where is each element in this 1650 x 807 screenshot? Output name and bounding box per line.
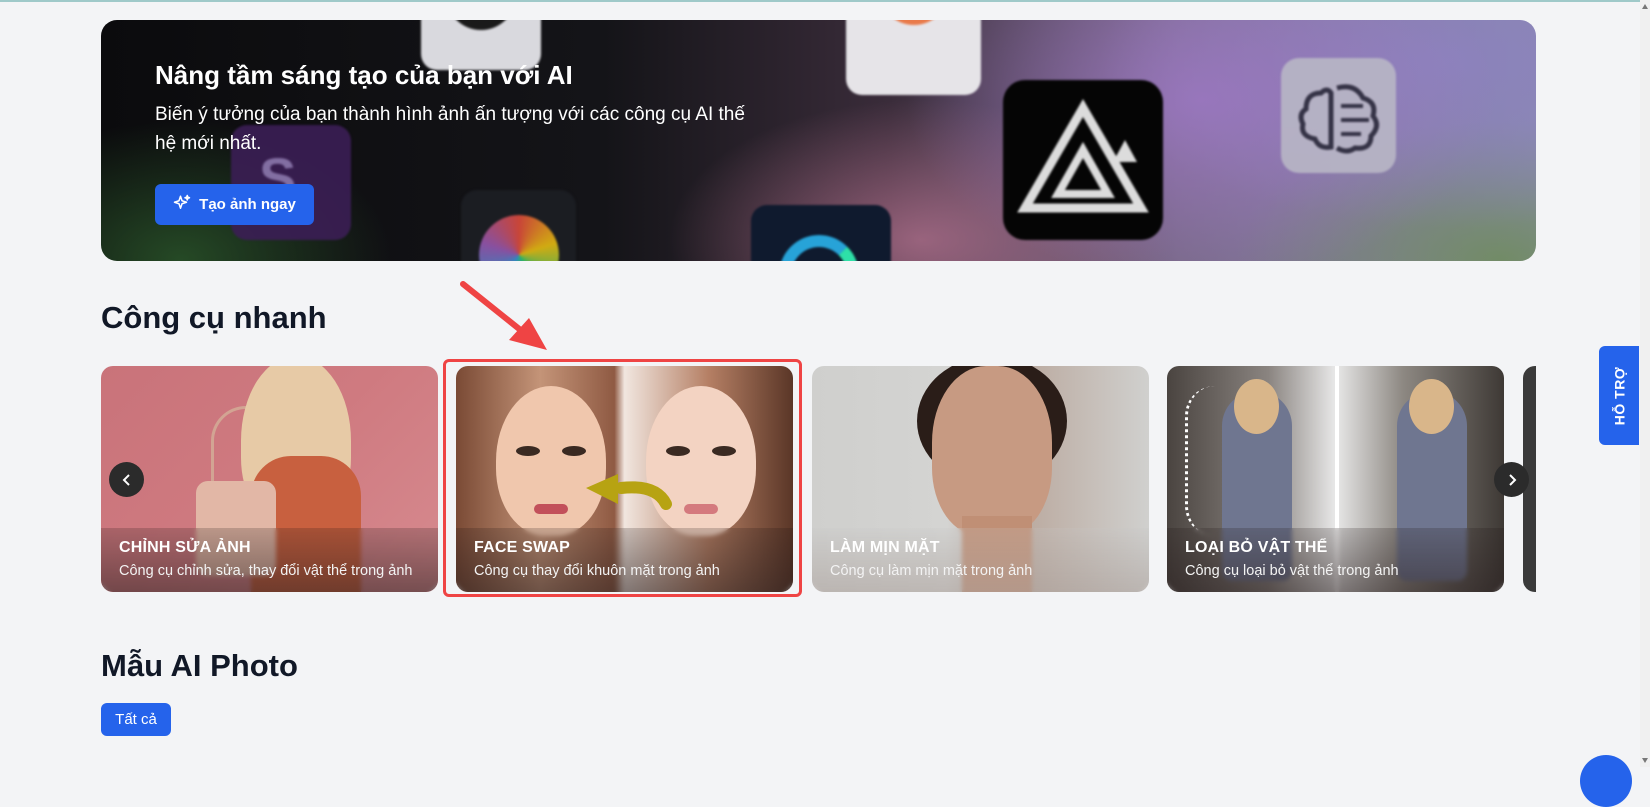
app-tile-icon: [751, 205, 891, 261]
tool-card-title: FACE SWAP: [474, 539, 571, 556]
support-tab[interactable]: HỖ TRỢ: [1599, 346, 1639, 445]
tool-card-skin-smoothing[interactable]: LÀM MỊN MẶT Công cụ làm mịn mặt trong ản…: [812, 366, 1149, 592]
tool-card-title: LOẠI BỎ VẬT THỂ: [1185, 539, 1328, 556]
scrollbar[interactable]: [1640, 0, 1650, 767]
page: S Nâng tầm sáng tạo của bạn với AI Biến …: [0, 0, 1650, 807]
swap-arrow-icon: [586, 474, 672, 510]
create-image-button-label: Tạo ảnh ngay: [199, 196, 296, 213]
tool-card-title: LÀM MỊN MẶT: [830, 539, 940, 556]
chevron-right-icon: [1508, 473, 1516, 486]
hero-subtitle: Biến ý tưởng của bạn thành hình ảnh ấn t…: [155, 104, 745, 154]
support-tab-label: HỖ TRỢ: [1611, 366, 1627, 425]
carousel-prev-button[interactable]: [109, 462, 144, 497]
app-tile-icon: [461, 190, 576, 261]
tool-card-face-swap[interactable]: FACE SWAP Công cụ thay đổi khuôn mặt tro…: [456, 366, 793, 592]
triangle-logo-icon: [1003, 80, 1163, 240]
app-tile-icon: [846, 20, 981, 95]
tool-card-edit-photo[interactable]: CHỈNH SỬA ẢNH Công cụ chỉnh sửa, thay đổ…: [101, 366, 438, 592]
chat-bubble-button[interactable]: [1580, 755, 1632, 807]
tool-card-description: Công cụ thay đổi khuôn mặt trong ảnh: [474, 563, 720, 579]
tool-card-description: Công cụ làm mịn mặt trong ảnh: [830, 563, 1033, 579]
scroll-down-icon[interactable]: [1642, 758, 1648, 763]
ai-photo-heading: Mẫu AI Photo: [101, 648, 298, 683]
sparkles-icon: [173, 194, 191, 216]
hero-title: Nâng tầm sáng tạo của bạn với AI: [155, 60, 573, 90]
quick-tools-heading: Công cụ nhanh: [101, 300, 327, 335]
scroll-up-icon[interactable]: [1642, 4, 1648, 9]
tool-card-description: Công cụ chỉnh sửa, thay đổi vật thể tron…: [119, 563, 413, 579]
filter-all-button[interactable]: Tất cả: [101, 703, 171, 736]
tool-card-title: CHỈNH SỬA ẢNH: [119, 539, 251, 556]
chevron-left-icon: [122, 473, 130, 486]
quick-tools-carousel: CHỈNH SỬA ẢNH Công cụ chỉnh sửa, thay đổ…: [101, 366, 1536, 592]
tool-card-description: Công cụ loại bỏ vật thể trong ảnh: [1185, 563, 1399, 579]
brain-icon: [1281, 58, 1396, 173]
carousel-next-button[interactable]: [1494, 462, 1529, 497]
tool-card-object-removal[interactable]: LOẠI BỎ VẬT THỂ Công cụ loại bỏ vật thể …: [1167, 366, 1504, 592]
annotation-arrow-icon: [460, 281, 547, 350]
create-image-button[interactable]: Tạo ảnh ngay: [155, 184, 314, 225]
portrait-image: [932, 366, 1052, 536]
